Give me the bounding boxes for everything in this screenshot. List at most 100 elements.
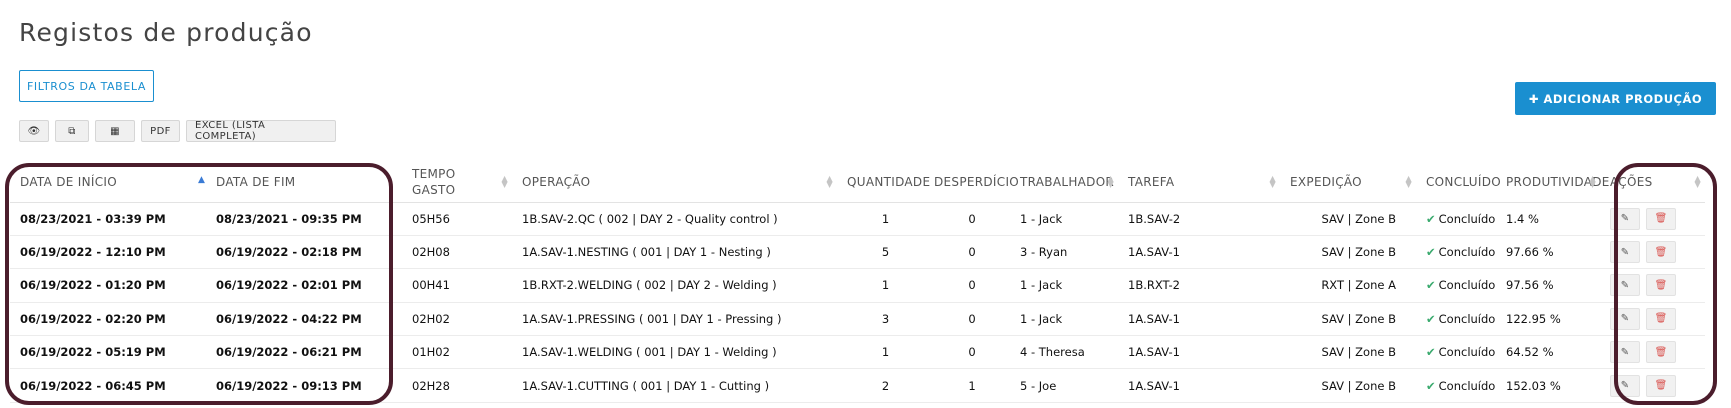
end-date-link[interactable]: 06/19/2022 - 04:22 PM <box>206 302 402 337</box>
operation: 1B.RXT-2.WELDING ( 002 | DAY 2 - Welding… <box>512 268 837 303</box>
sort-icon: ▲ ▼ <box>501 174 508 189</box>
sort-icon: ▲ ▼ <box>826 174 833 189</box>
trash-icon: 🗑 <box>1654 213 1668 225</box>
column-header-done[interactable]: CONCLUÍDO <box>1416 163 1501 203</box>
end-date-link[interactable]: 06/19/2022 - 02:18 PM <box>206 235 402 270</box>
column-header-time[interactable]: TEMPO GASTO ▲ ▼ <box>402 163 512 203</box>
task: 1A.SAV-1 <box>1118 368 1280 403</box>
edit-button[interactable]: ✎ <box>1610 207 1640 230</box>
delete-button[interactable]: 🗑 <box>1646 207 1676 230</box>
sort-icon: ▲ ▼ <box>1269 174 1276 189</box>
edit-button[interactable]: ✎ <box>1610 241 1640 264</box>
table-icon: ▦ <box>110 125 120 137</box>
time-spent: 00H41 <box>402 268 512 303</box>
waste: 0 <box>924 202 1010 236</box>
time-spent: 01H02 <box>402 335 512 370</box>
row-actions: ✎ 🗑 <box>1600 268 1705 303</box>
trash-icon: 🗑 <box>1654 246 1668 258</box>
copy-icon: ⧉ <box>68 125 76 137</box>
productivity: 97.66 % <box>1496 235 1600 270</box>
operation: 1A.SAV-1.NESTING ( 001 | DAY 1 - Nesting… <box>512 235 837 270</box>
delete-button[interactable]: 🗑 <box>1646 374 1676 397</box>
edit-icon: ✎ <box>1620 246 1630 258</box>
sort-icon: ▲ ▼ <box>1107 174 1114 189</box>
worker: 5 - Joe <box>1010 368 1118 403</box>
trash-icon: 🗑 <box>1654 380 1668 392</box>
check-icon: ✔ <box>1426 245 1436 260</box>
eye-icon: 👁 <box>27 125 41 137</box>
copy-button[interactable]: ⧉ <box>55 120 89 142</box>
column-header-start[interactable]: DATA DE INÍCIO ▲ <box>10 163 206 203</box>
worker: 3 - Ryan <box>1010 235 1118 270</box>
task: 1B.SAV-2 <box>1118 202 1280 236</box>
column-header-actions[interactable]: AÇÕES ▲ ▼ <box>1600 163 1705 203</box>
productivity: 64.52 % <box>1496 335 1600 370</box>
waste: 0 <box>924 268 1010 303</box>
edit-button[interactable]: ✎ <box>1610 307 1640 330</box>
edit-button[interactable]: ✎ <box>1610 374 1640 397</box>
table-filters-button[interactable]: FILTROS DA TABELA <box>19 70 154 102</box>
edit-button[interactable]: ✎ <box>1610 274 1640 297</box>
productivity: 122.95 % <box>1496 302 1600 337</box>
check-icon: ✔ <box>1426 378 1436 393</box>
quantity: 2 <box>837 368 924 403</box>
delete-button[interactable]: 🗑 <box>1646 274 1676 297</box>
done-label: Concluído <box>1438 345 1496 360</box>
shipping: SAV | Zone B <box>1280 235 1416 270</box>
table-header-row: DATA DE INÍCIO ▲ DATA DE FIM TEMPO GASTO ▲ ▼… <box>10 163 1705 203</box>
sort-asc-icon: ▲ <box>198 175 206 185</box>
csv-button[interactable]: ▦ <box>95 120 135 142</box>
column-header-operation[interactable]: OPERAÇÃO ▲ ▼ <box>512 163 837 203</box>
start-date-link[interactable]: 06/19/2022 - 12:10 PM <box>10 235 206 270</box>
column-header-quantity[interactable]: QUANTIDADE <box>837 163 930 203</box>
end-date-link[interactable]: 08/23/2021 - 09:35 PM <box>206 202 402 236</box>
production-table: DATA DE INÍCIO ▲ DATA DE FIM TEMPO GASTO ▲ ▼… <box>10 163 1705 403</box>
column-header-end[interactable]: DATA DE FIM <box>206 163 402 203</box>
start-date-link[interactable]: 06/19/2022 - 06:45 PM <box>10 368 206 403</box>
edit-button[interactable]: ✎ <box>1610 341 1640 364</box>
done-label: Concluído <box>1438 278 1496 293</box>
table-row: 06/19/2022 - 06:45 PM 06/19/2022 - 09:13 … <box>10 368 1705 403</box>
end-date-link[interactable]: 06/19/2022 - 02:01 PM <box>206 268 402 303</box>
table-row: 06/19/2022 - 02:20 PM 06/19/2022 - 04:22 … <box>10 302 1705 337</box>
add-production-button[interactable]: ✚ ADICIONAR PRODUÇÃO <box>1515 82 1716 115</box>
productivity: 152.03 % <box>1496 368 1600 403</box>
edit-icon: ✎ <box>1620 313 1630 325</box>
done-status: ✔ Concluído <box>1416 335 1496 370</box>
excel-button[interactable]: EXCEL (LISTA COMPLETA) <box>186 120 336 142</box>
end-date-link[interactable]: 06/19/2022 - 06:21 PM <box>206 335 402 370</box>
column-header-waste[interactable]: DESPERDÍCIO <box>924 163 1019 203</box>
delete-button[interactable]: 🗑 <box>1646 341 1676 364</box>
operation: 1A.SAV-1.PRESSING ( 001 | DAY 1 - Pressi… <box>512 302 837 337</box>
end-date-link[interactable]: 06/19/2022 - 09:13 PM <box>206 368 402 403</box>
column-header-worker[interactable]: TRABALHADOR ▲ ▼ <box>1010 163 1118 203</box>
check-icon: ✔ <box>1426 345 1436 360</box>
time-spent: 02H02 <box>402 302 512 337</box>
column-header-task[interactable]: TAREFA ▲ ▼ <box>1118 163 1280 203</box>
table-row: 08/23/2021 - 03:39 PM 08/23/2021 - 09:35 … <box>10 202 1705 236</box>
edit-icon: ✎ <box>1620 380 1630 392</box>
delete-button[interactable]: 🗑 <box>1646 307 1676 330</box>
done-label: Concluído <box>1438 245 1496 260</box>
table-row: 06/19/2022 - 05:19 PM 06/19/2022 - 06:21 … <box>10 335 1705 370</box>
waste: 1 <box>924 368 1010 403</box>
start-date-link[interactable]: 08/23/2021 - 03:39 PM <box>10 202 206 236</box>
trash-icon: 🗑 <box>1654 346 1668 358</box>
delete-button[interactable]: 🗑 <box>1646 241 1676 264</box>
column-header-shipping[interactable]: EXPEDIÇÃO ▲ ▼ <box>1280 163 1416 203</box>
task: 1B.RXT-2 <box>1118 268 1280 303</box>
start-date-link[interactable]: 06/19/2022 - 02:20 PM <box>10 302 206 337</box>
worker: 4 - Theresa <box>1010 335 1118 370</box>
check-icon: ✔ <box>1426 278 1436 293</box>
done-label: Concluído <box>1438 378 1496 393</box>
quantity: 1 <box>837 335 924 370</box>
start-date-link[interactable]: 06/19/2022 - 01:20 PM <box>10 268 206 303</box>
table-row: 06/19/2022 - 01:20 PM 06/19/2022 - 02:01 … <box>10 268 1705 303</box>
start-date-link[interactable]: 06/19/2022 - 05:19 PM <box>10 335 206 370</box>
column-header-productivity[interactable]: PRODUTIVIDADE ▲ ▼ <box>1496 163 1609 203</box>
edit-icon: ✎ <box>1620 346 1630 358</box>
column-visibility-button[interactable]: 👁 <box>19 120 49 142</box>
productivity: 1.4 % <box>1496 202 1600 236</box>
row-actions: ✎ 🗑 <box>1600 202 1705 236</box>
pdf-button[interactable]: PDF <box>141 120 180 142</box>
